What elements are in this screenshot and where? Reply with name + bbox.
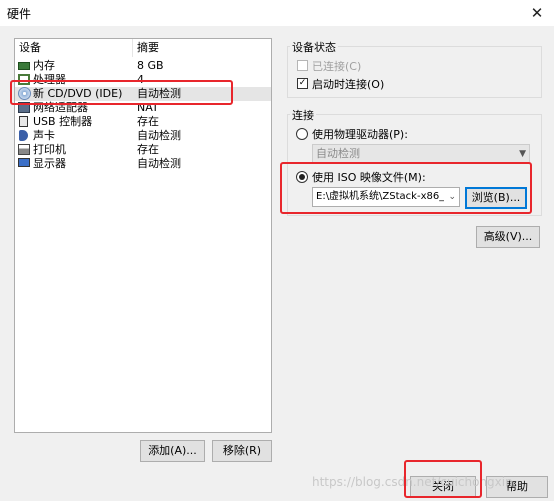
device-summary: 存在 xyxy=(137,115,159,128)
usb-icon xyxy=(19,116,28,127)
cd-dvd-icon xyxy=(18,87,31,100)
device-row-memory[interactable]: 内存 8 GB xyxy=(15,59,271,73)
window-title: 硬件 xyxy=(7,7,32,21)
device-list[interactable]: 设备 摘要 内存 8 GB 处理器 4 新 CD/DVD (IDE) 自动检测 … xyxy=(14,38,272,433)
device-row-sound[interactable]: 声卡 自动检测 xyxy=(15,129,271,143)
chevron-down-icon: ▼ xyxy=(519,149,526,159)
add-device-button[interactable]: 添加(A)... xyxy=(140,440,205,462)
physical-drive-select[interactable]: 自动检测 ▼ xyxy=(312,144,530,164)
remove-device-button[interactable]: 移除(R) xyxy=(212,440,272,462)
network-adapter-icon xyxy=(18,102,30,113)
device-name: 网络适配器 xyxy=(33,101,88,114)
memory-icon xyxy=(18,62,30,70)
connect-on-power-checkbox[interactable]: ✓ xyxy=(297,78,308,89)
device-summary: NAT xyxy=(137,101,159,114)
advanced-button[interactable]: 高级(V)... xyxy=(476,226,540,248)
device-status-title: 设备状态 xyxy=(290,39,338,55)
summary-column-header[interactable]: 摘要 xyxy=(133,39,271,57)
device-row-printer[interactable]: 打印机 存在 xyxy=(15,143,271,157)
device-name: 打印机 xyxy=(33,143,66,156)
connection-title: 连接 xyxy=(290,107,316,123)
device-row-network[interactable]: 网络适配器 NAT xyxy=(15,101,271,115)
connected-label: 已连接(C) xyxy=(312,60,362,73)
device-summary: 8 GB xyxy=(137,59,164,72)
processor-icon xyxy=(18,74,30,85)
device-name: 内存 xyxy=(33,59,55,72)
device-summary: 4 xyxy=(137,73,144,86)
physical-drive-label: 使用物理驱动器(P): xyxy=(312,128,408,141)
title-bar xyxy=(0,0,554,26)
device-summary: 自动检测 xyxy=(137,157,181,170)
device-row-processor[interactable]: 处理器 4 xyxy=(15,73,271,87)
printer-icon xyxy=(18,144,30,155)
device-summary: 自动检测 xyxy=(137,87,181,100)
device-row-usb[interactable]: USB 控制器 存在 xyxy=(15,115,271,129)
device-column-header[interactable]: 设备 xyxy=(15,39,133,57)
physical-drive-value: 自动检测 xyxy=(316,147,360,160)
monitor-icon xyxy=(18,158,30,167)
connected-checkbox[interactable] xyxy=(297,60,308,71)
connect-on-power-label: 启动时连接(O) xyxy=(312,78,385,91)
iso-path-value: E:\虚拟机系统\ZStack-x86_64- xyxy=(316,191,444,202)
iso-file-label: 使用 ISO 映像文件(M): xyxy=(312,171,426,184)
device-name: 新 CD/DVD (IDE) xyxy=(33,87,123,100)
browse-button[interactable]: 浏览(B)... xyxy=(465,187,527,209)
watermark: https://blog.csdn.net/cuichongxin xyxy=(312,475,513,489)
device-name: 声卡 xyxy=(33,129,55,142)
physical-drive-radio[interactable] xyxy=(296,128,308,140)
device-row-display[interactable]: 显示器 自动检测 xyxy=(15,157,271,171)
iso-file-radio[interactable] xyxy=(296,171,308,183)
device-name: 显示器 xyxy=(33,157,66,170)
chevron-down-icon: ⌄ xyxy=(446,188,456,206)
device-name: 处理器 xyxy=(33,73,66,86)
speaker-icon xyxy=(19,130,28,141)
device-name: USB 控制器 xyxy=(33,115,93,128)
device-summary: 存在 xyxy=(137,143,159,156)
device-row-cd-dvd[interactable]: 新 CD/DVD (IDE) 自动检测 xyxy=(15,87,271,101)
close-window-icon[interactable]: ✕ xyxy=(526,3,548,23)
device-summary: 自动检测 xyxy=(137,129,181,142)
iso-path-select[interactable]: E:\虚拟机系统\ZStack-x86_64- ⌄ xyxy=(312,187,460,207)
